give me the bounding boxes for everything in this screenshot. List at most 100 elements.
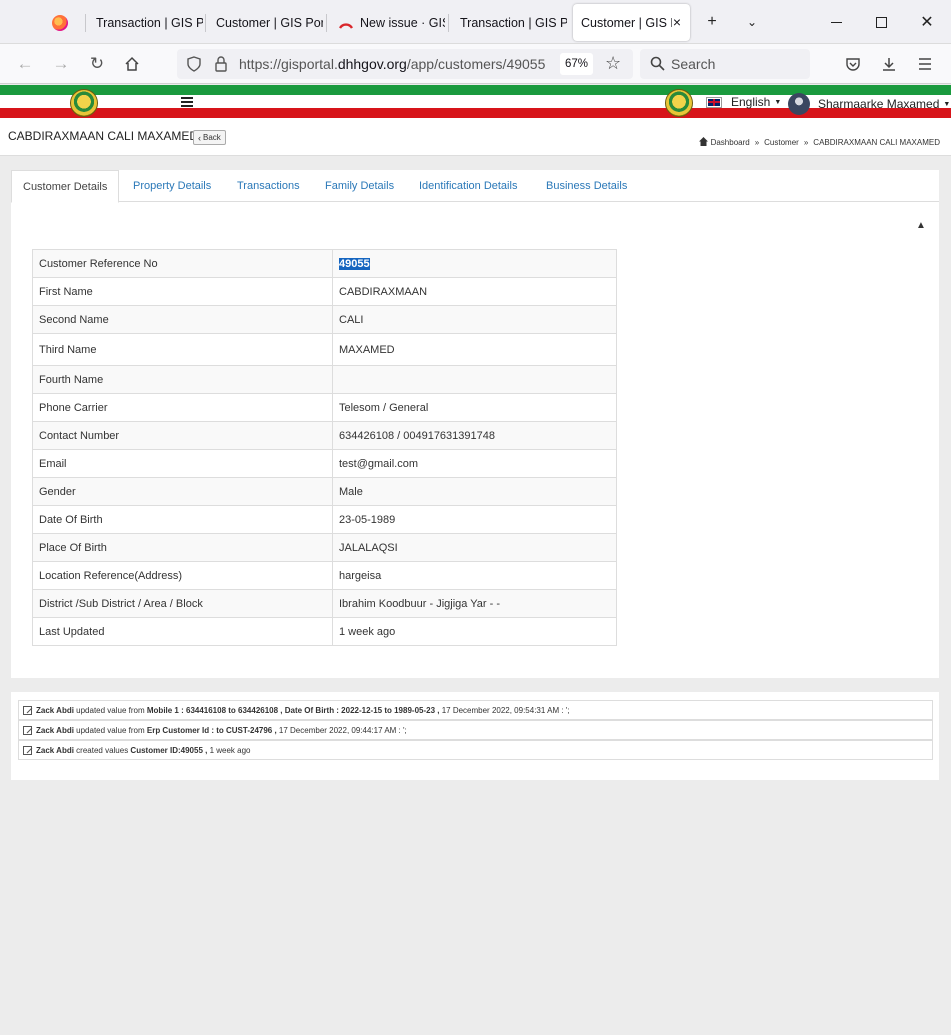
uk-flag-icon xyxy=(706,96,722,108)
log-time: 17 December 2022, 09:54:31 AM : '; xyxy=(439,705,570,715)
pocket-icon[interactable] xyxy=(841,52,865,76)
forward-arrow-icon[interactable]: → xyxy=(49,52,73,76)
browser-tab-2[interactable]: Customer | GIS Por xyxy=(208,4,323,41)
search-input[interactable]: Search xyxy=(671,56,715,72)
user-dropdown[interactable]: Sharmaarke Maxamed ▼ xyxy=(788,93,950,115)
row-value: CABDIRAXMAAN xyxy=(332,277,617,306)
log-action: created values xyxy=(73,745,131,755)
row-label: District /Sub District / Area / Block xyxy=(32,589,333,618)
table-row: Second Name CALI xyxy=(32,305,617,334)
shield-icon xyxy=(187,56,201,75)
row-value: MAXAMED xyxy=(332,333,617,366)
url-domain: dhhgov.org xyxy=(337,56,407,72)
search-icon xyxy=(650,56,665,76)
caret-down-icon: ▼ xyxy=(943,100,951,108)
back-button[interactable]: ‹ Back xyxy=(193,130,226,145)
log-user: Zack Abdi xyxy=(36,745,74,755)
log-entry: Zack Abdi created values Customer ID:490… xyxy=(18,740,933,760)
tab-identification-details[interactable]: Identification Details xyxy=(419,180,517,192)
row-value: CALI xyxy=(332,305,617,334)
download-icon[interactable] xyxy=(877,52,901,76)
tab-label: Customer | GIS Por xyxy=(216,15,323,30)
row-label: Phone Carrier xyxy=(32,393,333,422)
browser-tab-firefox-view[interactable] xyxy=(44,4,78,41)
tab-transactions[interactable]: Transactions xyxy=(237,180,300,192)
user-name: Sharmaarke Maxamed xyxy=(818,97,940,111)
browser-tab-bar: Transaction | GIS Po Customer | GIS Por … xyxy=(0,0,951,44)
row-value xyxy=(332,365,617,394)
customer-ref-value: 49055 xyxy=(339,257,370,270)
table-row: Contact Number 634426108 / 00491763139174… xyxy=(32,421,617,450)
browser-tab-active[interactable]: Customer | GIS P × xyxy=(573,4,690,41)
maximize-icon[interactable] xyxy=(869,10,893,34)
emblem-logo xyxy=(70,89,98,117)
home-icon xyxy=(698,137,708,148)
browser-tab-1[interactable]: Transaction | GIS Po xyxy=(88,4,203,41)
row-label: Contact Number xyxy=(32,421,333,450)
zoom-level-button[interactable]: 67% xyxy=(560,53,593,75)
table-row: Third Name MAXAMED xyxy=(32,333,617,366)
row-value: 1 week ago xyxy=(332,617,617,646)
url-path: /app/customers/49055 xyxy=(406,56,546,72)
url-text[interactable]: https://gisportal.dhhgov.org/app/custome… xyxy=(239,56,545,72)
app-menu-icon[interactable] xyxy=(913,52,937,76)
log-action: updated value from xyxy=(73,705,147,715)
browser-tab-4[interactable]: Transaction | GIS Po xyxy=(452,4,567,41)
row-value: 634426108 / 004917631391748 xyxy=(332,421,617,450)
table-row: Place Of Birth JALALAQSI xyxy=(32,533,617,562)
breadcrumb-dashboard[interactable]: Dashboard xyxy=(711,138,750,147)
row-label: Location Reference(Address) xyxy=(32,561,333,590)
table-row: Last Updated 1 week ago xyxy=(32,617,617,646)
search-bar[interactable]: Search xyxy=(640,49,810,79)
breadcrumb: Dashboard » Customer » CABDIRAXMAAN CALI… xyxy=(698,137,940,148)
customer-card: Customer Details Property Details Transa… xyxy=(11,170,939,678)
tab-label: Transaction | GIS Po xyxy=(96,15,203,30)
caret-down-icon: ▼ xyxy=(774,98,782,106)
log-entry: Zack Abdi updated value from Erp Custome… xyxy=(18,720,933,740)
row-label: Place Of Birth xyxy=(32,533,333,562)
edit-icon xyxy=(23,745,32,755)
row-label: Gender xyxy=(32,477,333,506)
breadcrumb-customer[interactable]: Customer xyxy=(764,138,799,147)
table-row: Email test@gmail.com xyxy=(32,449,617,478)
browser-nav-bar: ← → ↻ https://gisportal.dhhgov.org/app/c… xyxy=(0,44,951,84)
language-label: English xyxy=(731,95,771,109)
activity-log: Zack Abdi updated value from Mobile 1 : … xyxy=(11,692,939,780)
reload-icon[interactable]: ↻ xyxy=(85,52,109,76)
table-row: Location Reference(Address) hargeisa xyxy=(32,561,617,590)
url-bar[interactable]: https://gisportal.dhhgov.org/app/custome… xyxy=(177,49,633,79)
language-dropdown[interactable]: English ▼ xyxy=(706,95,782,109)
back-label: Back xyxy=(203,133,221,142)
log-detail: Mobile 1 : 634416108 to 634426108 , Date… xyxy=(146,705,440,715)
row-label: Second Name xyxy=(32,305,333,334)
row-value: JALALAQSI xyxy=(332,533,617,562)
back-arrow-icon[interactable]: ← xyxy=(13,52,37,76)
row-label: Third Name xyxy=(32,333,333,366)
bookmark-star-icon[interactable]: ☆ xyxy=(605,53,621,74)
tab-customer-details[interactable]: Customer Details xyxy=(11,170,120,203)
row-value: Ibrahim Koodbuur - Jigjiga Yar - - xyxy=(332,589,617,618)
tab-business-details[interactable]: Business Details xyxy=(546,180,627,192)
row-value: Telesom / General xyxy=(332,393,617,422)
menu-toggle-icon[interactable] xyxy=(181,97,193,107)
tab-label: Customer | GIS P xyxy=(581,15,672,30)
tab-label: New issue · GIS xyxy=(360,15,445,30)
close-tab-icon[interactable]: × xyxy=(673,14,681,30)
customer-details-table: Customer Reference No 49055 First Name CAB… xyxy=(32,249,617,646)
home-icon[interactable] xyxy=(120,52,144,76)
tab-family-details[interactable]: Family Details xyxy=(325,180,394,192)
close-window-icon[interactable]: ✕ xyxy=(915,10,939,34)
row-label: Last Updated xyxy=(32,617,333,646)
chevron-up-icon[interactable]: ▲ xyxy=(916,220,926,231)
table-row: Phone Carrier Telesom / General xyxy=(32,393,617,422)
row-label: Date Of Birth xyxy=(32,505,333,534)
list-tabs-icon[interactable]: ⌄ xyxy=(740,10,764,34)
edit-icon xyxy=(23,705,32,715)
chevron-left-icon: ‹ xyxy=(198,132,201,143)
minimize-icon[interactable] xyxy=(824,10,848,34)
tab-property-details[interactable]: Property Details xyxy=(133,180,211,192)
table-row: First Name CABDIRAXMAAN xyxy=(32,277,617,306)
new-tab-icon[interactable]: + xyxy=(700,10,724,34)
avatar xyxy=(788,93,810,115)
browser-tab-3[interactable]: New issue · GIS xyxy=(330,4,445,41)
